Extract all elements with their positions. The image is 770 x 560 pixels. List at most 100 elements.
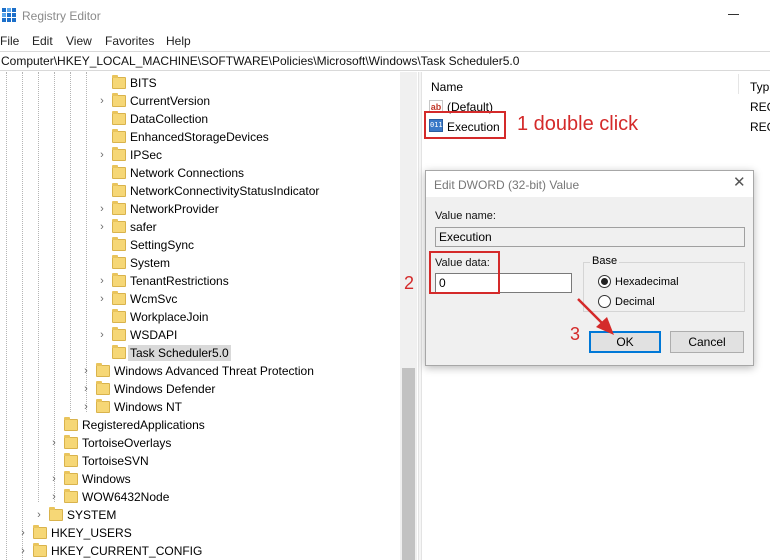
chevron-right-icon[interactable]: › — [18, 542, 28, 560]
tree-node-label[interactable]: NetworkProvider — [128, 201, 221, 217]
chevron-right-icon[interactable]: › — [81, 380, 91, 398]
chevron-right-icon[interactable]: › — [18, 524, 28, 542]
value-name-field[interactable] — [435, 227, 745, 247]
chevron-right-icon[interactable]: › — [34, 506, 44, 524]
tree-node-label[interactable]: CurrentVersion — [128, 93, 212, 109]
tree-node-label[interactable]: TenantRestrictions — [128, 273, 231, 289]
tree-node[interactable]: › TenantRestrictions — [0, 272, 400, 290]
tree-node[interactable]: › HKEY_USERS — [0, 524, 400, 542]
tree-node-label[interactable]: RegisteredApplications — [80, 417, 207, 433]
chevron-right-icon[interactable]: › — [49, 470, 59, 488]
folder-icon — [49, 507, 63, 521]
tree-node[interactable]: Network Connections — [0, 164, 400, 182]
tree-node-label[interactable]: TortoiseSVN — [80, 453, 151, 469]
tree-node-label[interactable]: Windows Defender — [112, 381, 217, 397]
menu-file[interactable]: File — [0, 34, 19, 48]
chevron-right-icon[interactable]: › — [97, 272, 107, 290]
tree-node[interactable]: › HKEY_CURRENT_CONFIG — [0, 542, 400, 560]
tree-node[interactable]: › CurrentVersion — [0, 92, 400, 110]
tree-scrollbar-thumb[interactable] — [402, 368, 415, 560]
chevron-right-icon[interactable]: › — [97, 326, 107, 344]
tree-node-label[interactable]: EnhancedStorageDevices — [128, 129, 271, 145]
address-bar[interactable]: Computer\HKEY_LOCAL_MACHINE\SOFTWARE\Pol… — [0, 51, 770, 71]
tree-node-label[interactable]: IPSec — [128, 147, 164, 163]
tree-node[interactable]: SettingSync — [0, 236, 400, 254]
folder-icon — [112, 93, 126, 107]
tree-node[interactable]: Task Scheduler5.0 — [0, 344, 400, 362]
tree-node[interactable]: System — [0, 254, 400, 272]
tree-node[interactable]: RegisteredApplications — [0, 416, 400, 434]
registry-editor-icon — [2, 8, 16, 22]
tree-node-label[interactable]: BITS — [128, 75, 159, 91]
tree-node[interactable]: DataCollection — [0, 110, 400, 128]
tree-node-label[interactable]: Network Connections — [128, 165, 246, 181]
dialog-title: Edit DWORD (32-bit) Value — [434, 178, 580, 192]
tree-node-label[interactable]: System — [128, 255, 172, 271]
column-header-type[interactable]: Typ — [750, 80, 769, 94]
tree-node[interactable]: › Windows Advanced Threat Protection — [0, 362, 400, 380]
title-bar: Registry Editor — [0, 0, 770, 32]
chevron-right-icon[interactable]: › — [49, 488, 59, 506]
tree-node-label[interactable]: WSDAPI — [128, 327, 179, 343]
tree-node-label[interactable]: WorkplaceJoin — [128, 309, 210, 325]
tree-node-label[interactable]: WOW6432Node — [80, 489, 171, 505]
chevron-right-icon[interactable]: › — [97, 218, 107, 236]
tree-node[interactable]: › WOW6432Node — [0, 488, 400, 506]
tree-node[interactable]: › WSDAPI — [0, 326, 400, 344]
menu-view[interactable]: View — [66, 34, 92, 48]
tree-node-label[interactable]: WcmSvc — [128, 291, 179, 307]
chevron-right-icon[interactable]: › — [49, 434, 59, 452]
tree-node[interactable]: › SYSTEM — [0, 506, 400, 524]
tree-node[interactable]: NetworkConnectivityStatusIndicator — [0, 182, 400, 200]
tree-node[interactable]: › NetworkProvider — [0, 200, 400, 218]
close-icon[interactable]: ✕ — [733, 174, 746, 192]
chevron-right-icon[interactable]: › — [97, 290, 107, 308]
tree-node[interactable]: › TortoiseOverlays — [0, 434, 400, 452]
tree-node[interactable]: › Windows Defender — [0, 380, 400, 398]
tree-node[interactable]: WorkplaceJoin — [0, 308, 400, 326]
tree-node-label[interactable]: Windows NT — [112, 399, 184, 415]
minimize-icon[interactable] — [728, 14, 739, 15]
column-header-name[interactable]: Name — [431, 80, 463, 94]
chevron-right-icon[interactable]: › — [81, 398, 91, 416]
hexadecimal-radio[interactable] — [598, 275, 611, 288]
tree-node[interactable]: › WcmSvc — [0, 290, 400, 308]
tree-node-label[interactable]: TortoiseOverlays — [80, 435, 173, 451]
cancel-button[interactable]: Cancel — [670, 331, 744, 353]
menu-help[interactable]: Help — [166, 34, 191, 48]
tree-node[interactable]: › Windows NT — [0, 398, 400, 416]
folder-icon — [112, 201, 126, 215]
folder-icon — [64, 417, 78, 431]
hexadecimal-label[interactable]: Hexadecimal — [615, 276, 679, 288]
folder-icon — [64, 435, 78, 449]
chevron-right-icon[interactable]: › — [97, 92, 107, 110]
menu-favorites[interactable]: Favorites — [105, 34, 154, 48]
tree-node[interactable]: › Windows — [0, 470, 400, 488]
tree-node-label[interactable]: Task Scheduler5.0 — [128, 345, 231, 361]
tree-node[interactable]: BITS — [0, 74, 400, 92]
tree-node[interactable]: › IPSec — [0, 146, 400, 164]
decimal-label[interactable]: Decimal — [615, 296, 655, 308]
tree-node-label[interactable]: Windows — [80, 471, 133, 487]
key-tree[interactable]: BITS › CurrentVersion DataCollection Enhance… — [0, 72, 418, 560]
highlight-box-value-data — [429, 251, 500, 294]
tree-node-label[interactable]: HKEY_CURRENT_CONFIG — [49, 543, 204, 559]
tree-node-label[interactable]: SYSTEM — [65, 507, 118, 523]
highlight-box-execution — [424, 111, 506, 139]
folder-icon — [64, 453, 78, 467]
tree-node-label[interactable]: NetworkConnectivityStatusIndicator — [128, 183, 321, 199]
tree-node-label[interactable]: HKEY_USERS — [49, 525, 134, 541]
column-separator[interactable] — [738, 74, 739, 94]
tree-node[interactable]: › safer — [0, 218, 400, 236]
chevron-right-icon[interactable]: › — [97, 200, 107, 218]
tree-node-label[interactable]: Windows Advanced Threat Protection — [112, 363, 316, 379]
tree-node[interactable]: EnhancedStorageDevices — [0, 128, 400, 146]
tree-node-label[interactable]: SettingSync — [128, 237, 196, 253]
chevron-right-icon[interactable]: › — [81, 362, 91, 380]
tree-node[interactable]: TortoiseSVN — [0, 452, 400, 470]
chevron-right-icon[interactable]: › — [97, 146, 107, 164]
menu-edit[interactable]: Edit — [32, 34, 53, 48]
address-path[interactable]: Computer\HKEY_LOCAL_MACHINE\SOFTWARE\Pol… — [1, 54, 519, 68]
tree-node-label[interactable]: safer — [128, 219, 159, 235]
tree-node-label[interactable]: DataCollection — [128, 111, 210, 127]
